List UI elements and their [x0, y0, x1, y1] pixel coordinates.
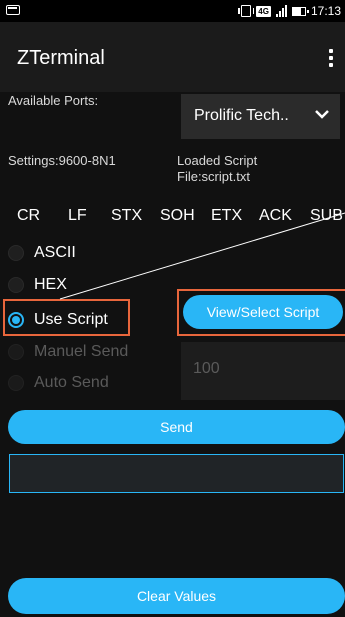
- available-ports-label: Available Ports:: [8, 93, 99, 108]
- radio-auto-send[interactable]: [8, 375, 24, 391]
- app-title: ZTerminal: [17, 47, 105, 69]
- view-select-script-button[interactable]: View/Select Script: [183, 295, 343, 329]
- battery-icon: [291, 6, 309, 16]
- radio-ascii[interactable]: [8, 245, 24, 261]
- use-script-highlight: [3, 299, 130, 336]
- mode-ascii[interactable]: ASCII: [8, 240, 76, 266]
- ctrl-sub-button[interactable]: SUB: [310, 207, 343, 225]
- mode-manual-send-label: Manuel Send: [34, 343, 129, 360]
- mode-hex[interactable]: HEX: [8, 272, 67, 298]
- vibrate-icon: [238, 5, 255, 17]
- signal-icon: [275, 5, 287, 17]
- send-button[interactable]: Send: [8, 410, 345, 444]
- settings-label: Settings:9600-8N1: [8, 153, 116, 168]
- port-select[interactable]: Prolific Tech..: [181, 94, 340, 139]
- mode-auto-send-label: Auto Send: [34, 374, 109, 391]
- chevron-down-icon: [315, 110, 329, 119]
- radio-manual-send[interactable]: [8, 344, 24, 360]
- mode-auto-send[interactable]: Auto Send: [8, 370, 109, 396]
- clear-values-button[interactable]: Clear Values: [8, 578, 345, 614]
- screenshot-icon: [6, 5, 20, 15]
- port-select-value: Prolific Tech..: [194, 107, 289, 124]
- ctrl-ack-button[interactable]: ACK: [259, 207, 292, 225]
- mode-hex-label: HEX: [34, 276, 67, 293]
- ctrl-cr-button[interactable]: CR: [17, 207, 40, 225]
- control-char-row: CR LF STX SOH ETX ACK SUB: [0, 207, 345, 229]
- loaded-script-label: Loaded Script File:script.txt: [177, 153, 258, 184]
- radio-hex[interactable]: [8, 277, 24, 293]
- mode-manual-send[interactable]: Manuel Send: [8, 339, 128, 365]
- ctrl-etx-button[interactable]: ETX: [211, 207, 242, 225]
- app-bar: ZTerminal: [0, 22, 345, 92]
- ctrl-stx-button[interactable]: STX: [111, 207, 142, 225]
- status-icons: 4G 17:13: [238, 0, 341, 22]
- overflow-menu-icon[interactable]: [329, 49, 333, 67]
- ctrl-lf-button[interactable]: LF: [68, 207, 87, 225]
- mode-ascii-label: ASCII: [34, 244, 76, 261]
- status-bar: 4G 17:13: [0, 0, 345, 22]
- interval-input[interactable]: 100: [181, 342, 345, 400]
- lte-icon: 4G: [256, 5, 271, 17]
- output-field[interactable]: [9, 454, 344, 493]
- status-time: 17:13: [310, 4, 341, 18]
- ctrl-soh-button[interactable]: SOH: [160, 207, 195, 225]
